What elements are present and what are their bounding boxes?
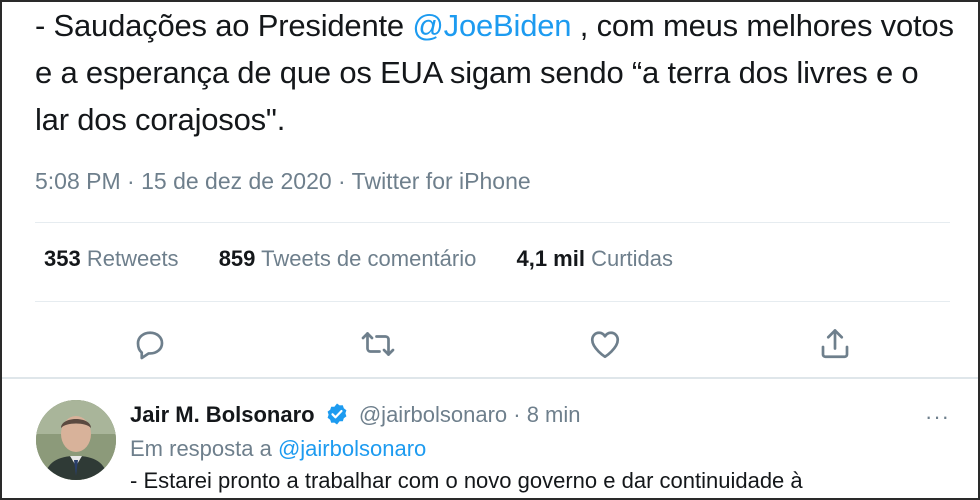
reply-time[interactable]: · 8 min [513, 402, 580, 427]
reply-text: - Estarei pronto a trabalhar com o novo … [130, 468, 803, 493]
quotes-stat[interactable]: 859 Tweets de comentário [219, 246, 477, 271]
retweet-icon [361, 332, 395, 356]
like-icon [590, 331, 620, 359]
tweet-meta[interactable]: 5:08 PM · 15 de dez de 2020 · Twitter fo… [35, 168, 531, 195]
reply-mention-link[interactable]: @jairbolsonaro [278, 436, 426, 461]
likes-stat[interactable]: 4,1 mil Curtidas [516, 246, 673, 271]
likes-label: Curtidas [591, 246, 674, 271]
tweet-screenshot: - Saudações ao Presidente @JoeBiden , co… [0, 0, 980, 500]
mention-link[interactable]: @JoeBiden [412, 8, 571, 43]
share-button[interactable] [817, 326, 853, 362]
retweets-stat[interactable]: 353 Retweets [44, 246, 179, 271]
avatar[interactable] [36, 400, 116, 480]
tweet-stats: 353 Retweets 859 Tweets de comentário 4,… [44, 246, 707, 272]
quotes-count: 859 [218, 246, 256, 271]
reply-button[interactable] [132, 326, 168, 362]
author-name[interactable]: Jair M. Bolsonaro [130, 402, 315, 427]
divider [2, 377, 978, 379]
retweet-button[interactable] [360, 326, 396, 362]
tweet-text: - Saudações ao Presidente @JoeBiden , co… [35, 2, 955, 143]
quotes-label: Tweets de comentário [261, 246, 477, 271]
reply-context: Em resposta a @jairbolsonaro [130, 436, 426, 462]
divider [35, 222, 950, 223]
share-icon [821, 329, 849, 359]
more-options-icon[interactable]: ··· [925, 404, 950, 430]
avatar-image [36, 400, 116, 480]
likes-count: 4,1 mil [516, 246, 585, 271]
tweet-text-before: - Saudações ao Presidente [35, 8, 413, 43]
divider [35, 301, 950, 302]
like-button[interactable] [587, 326, 623, 362]
verified-badge-icon [327, 403, 347, 425]
reply-tweet[interactable]: Jair M. Bolsonaro @jairbolsonaro · 8 min… [2, 380, 978, 498]
reply-prefix: Em resposta a [130, 436, 278, 461]
author-handle[interactable]: @jairbolsonaro [359, 402, 507, 427]
tweet-actions [2, 320, 978, 368]
retweets-label: Retweets [86, 246, 179, 271]
reply-icon [136, 331, 164, 360]
reply-header: Jair M. Bolsonaro @jairbolsonaro · 8 min [130, 402, 581, 428]
retweets-count: 353 [44, 246, 81, 271]
